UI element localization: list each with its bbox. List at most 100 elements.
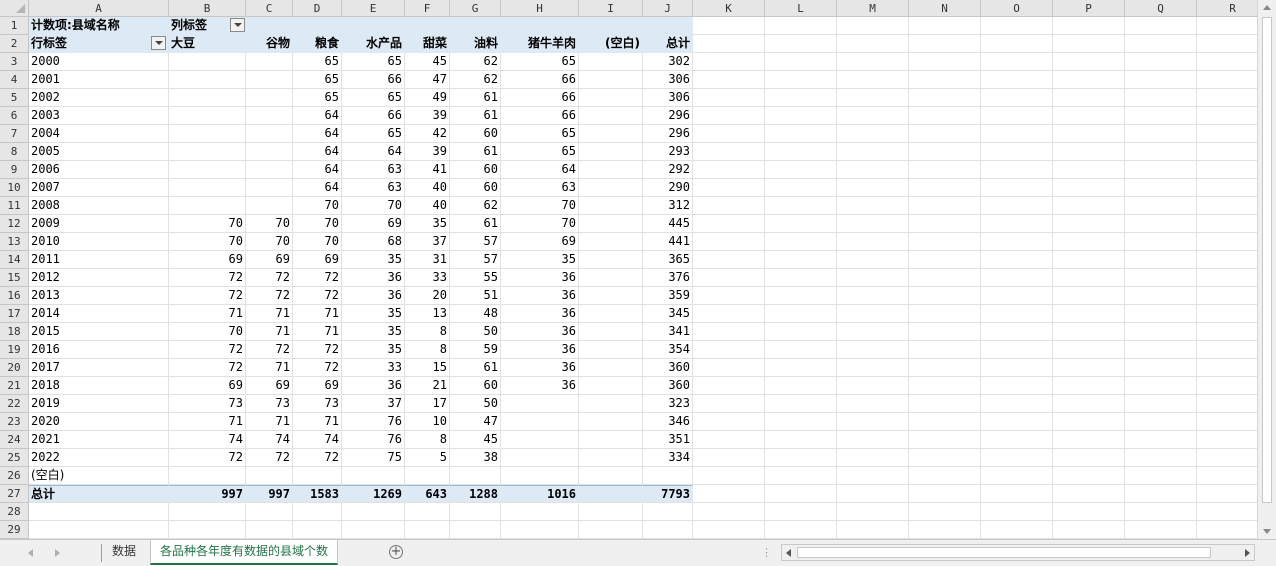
- cell[interactable]: [1053, 71, 1125, 89]
- cell[interactable]: [1053, 161, 1125, 179]
- cell[interactable]: 65: [293, 89, 342, 107]
- cell[interactable]: [1053, 467, 1125, 485]
- cell[interactable]: [765, 35, 837, 53]
- row-header-4[interactable]: 4: [0, 71, 29, 89]
- cell[interactable]: [909, 521, 981, 539]
- cell[interactable]: [765, 197, 837, 215]
- row-header-26[interactable]: 26: [0, 467, 29, 485]
- cell[interactable]: 55: [450, 269, 501, 287]
- cell[interactable]: [981, 521, 1053, 539]
- cell[interactable]: [693, 143, 765, 161]
- cell[interactable]: 7793: [643, 485, 693, 503]
- cell[interactable]: 72: [246, 269, 293, 287]
- cell[interactable]: [1197, 125, 1257, 143]
- cell[interactable]: [169, 179, 246, 197]
- cell[interactable]: [765, 107, 837, 125]
- cell[interactable]: 2000: [29, 53, 169, 71]
- cell[interactable]: [1197, 215, 1257, 233]
- cell[interactable]: [1197, 413, 1257, 431]
- cell[interactable]: 36: [501, 359, 579, 377]
- cell[interactable]: [909, 467, 981, 485]
- cell[interactable]: [1053, 431, 1125, 449]
- cell[interactable]: [909, 143, 981, 161]
- cell[interactable]: [981, 431, 1053, 449]
- cell[interactable]: [1053, 233, 1125, 251]
- cell[interactable]: 35: [405, 215, 450, 233]
- cell[interactable]: [29, 521, 169, 539]
- row-header-8[interactable]: 8: [0, 143, 29, 161]
- cell[interactable]: [693, 377, 765, 395]
- cell[interactable]: [981, 341, 1053, 359]
- cell[interactable]: [579, 485, 643, 503]
- cell[interactable]: [1125, 269, 1197, 287]
- cell[interactable]: 2012: [29, 269, 169, 287]
- cell[interactable]: [579, 233, 643, 251]
- row-header-18[interactable]: 18: [0, 323, 29, 341]
- cell[interactable]: 列标签: [169, 17, 246, 35]
- cell[interactable]: [246, 521, 293, 539]
- row-header-28[interactable]: 28: [0, 503, 29, 521]
- cell[interactable]: 2006: [29, 161, 169, 179]
- cell[interactable]: [246, 467, 293, 485]
- cell[interactable]: 69: [293, 377, 342, 395]
- row-header-20[interactable]: 20: [0, 359, 29, 377]
- cell[interactable]: [693, 395, 765, 413]
- cell[interactable]: [169, 521, 246, 539]
- cell[interactable]: 2002: [29, 89, 169, 107]
- row-header-23[interactable]: 23: [0, 413, 29, 431]
- column-header-h[interactable]: H: [501, 0, 579, 17]
- cell[interactable]: [579, 503, 643, 521]
- cell[interactable]: 65: [342, 125, 405, 143]
- cell[interactable]: [1053, 377, 1125, 395]
- cell[interactable]: 38: [450, 449, 501, 467]
- cell[interactable]: [837, 521, 909, 539]
- cell[interactable]: [169, 125, 246, 143]
- cell[interactable]: 60: [450, 377, 501, 395]
- cell[interactable]: 20: [405, 287, 450, 305]
- row-header-7[interactable]: 7: [0, 125, 29, 143]
- cell[interactable]: 71: [293, 305, 342, 323]
- cell[interactable]: 74: [169, 431, 246, 449]
- cell[interactable]: 71: [293, 323, 342, 341]
- row-header-13[interactable]: 13: [0, 233, 29, 251]
- cell[interactable]: [1125, 89, 1197, 107]
- cell[interactable]: [405, 503, 450, 521]
- cell[interactable]: [765, 449, 837, 467]
- cell[interactable]: [293, 17, 342, 35]
- cell[interactable]: 谷物: [246, 35, 293, 53]
- cell[interactable]: 64: [293, 107, 342, 125]
- cell[interactable]: 37: [405, 233, 450, 251]
- cell[interactable]: 70: [246, 233, 293, 251]
- cell[interactable]: 1269: [342, 485, 405, 503]
- cell[interactable]: [1053, 107, 1125, 125]
- cell[interactable]: [579, 305, 643, 323]
- cell[interactable]: 15: [405, 359, 450, 377]
- cell[interactable]: 2004: [29, 125, 169, 143]
- cell[interactable]: [1053, 17, 1125, 35]
- row-header-10[interactable]: 10: [0, 179, 29, 197]
- cell[interactable]: [765, 17, 837, 35]
- cell[interactable]: [1053, 413, 1125, 431]
- cell[interactable]: 8: [405, 323, 450, 341]
- cell[interactable]: 293: [643, 143, 693, 161]
- cell[interactable]: 33: [342, 359, 405, 377]
- cell[interactable]: [765, 71, 837, 89]
- cell[interactable]: [909, 161, 981, 179]
- cell[interactable]: [293, 521, 342, 539]
- cell[interactable]: 306: [643, 71, 693, 89]
- cell[interactable]: 69: [169, 251, 246, 269]
- cell[interactable]: [693, 125, 765, 143]
- cell[interactable]: [1197, 341, 1257, 359]
- cell[interactable]: 2011: [29, 251, 169, 269]
- cell[interactable]: 70: [246, 215, 293, 233]
- cell[interactable]: [765, 161, 837, 179]
- cell[interactable]: 35: [501, 251, 579, 269]
- cell[interactable]: 2019: [29, 395, 169, 413]
- cell[interactable]: 36: [501, 323, 579, 341]
- cell[interactable]: [1125, 305, 1197, 323]
- cell[interactable]: 1288: [450, 485, 501, 503]
- cell[interactable]: 75: [342, 449, 405, 467]
- cell[interactable]: 57: [450, 251, 501, 269]
- row-header-1[interactable]: 1: [0, 17, 29, 35]
- cell[interactable]: 油料: [450, 35, 501, 53]
